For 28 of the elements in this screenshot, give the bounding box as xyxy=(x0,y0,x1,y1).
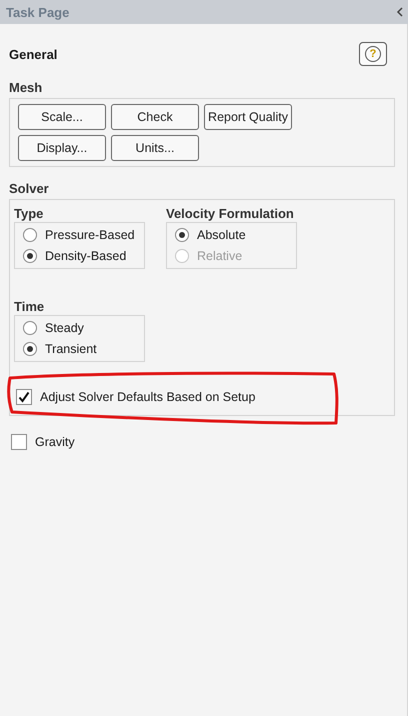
group-label: Velocity Formulation xyxy=(166,206,295,221)
checkbox-label: Adjust Solver Defaults Based on Setup xyxy=(40,390,256,404)
group-label: Time xyxy=(14,299,46,314)
mesh-button[interactable]: Check xyxy=(111,104,199,130)
mesh-button[interactable]: Scale... xyxy=(18,104,106,130)
checkbox-label: Gravity xyxy=(35,435,75,449)
radio-label: Density-Based xyxy=(45,249,126,263)
radio-button[interactable] xyxy=(23,249,37,263)
radio-label: Absolute xyxy=(197,228,246,242)
mesh-button[interactable]: Display... xyxy=(18,135,106,161)
section-label: Mesh xyxy=(9,80,44,95)
collapse-icon[interactable] xyxy=(396,7,404,17)
radio-label: Transient xyxy=(45,342,97,356)
mesh-button[interactable]: Report Quality xyxy=(204,104,292,130)
section-label: Solver xyxy=(9,181,50,196)
radio-button[interactable] xyxy=(23,321,37,335)
panel-title: Task Page xyxy=(6,4,70,20)
radio-label: Steady xyxy=(45,321,84,335)
radio-label: Relative xyxy=(197,249,242,263)
group-label: Type xyxy=(14,206,44,221)
mesh-button[interactable]: Units... xyxy=(111,135,199,161)
radio-button[interactable] xyxy=(23,342,37,356)
checkbox[interactable] xyxy=(11,434,27,450)
radio-label: Pressure-Based xyxy=(45,228,135,242)
radio-button[interactable] xyxy=(175,228,189,242)
page-heading: General xyxy=(9,46,58,62)
radio-button[interactable] xyxy=(23,228,37,242)
checkbox[interactable] xyxy=(16,389,32,405)
